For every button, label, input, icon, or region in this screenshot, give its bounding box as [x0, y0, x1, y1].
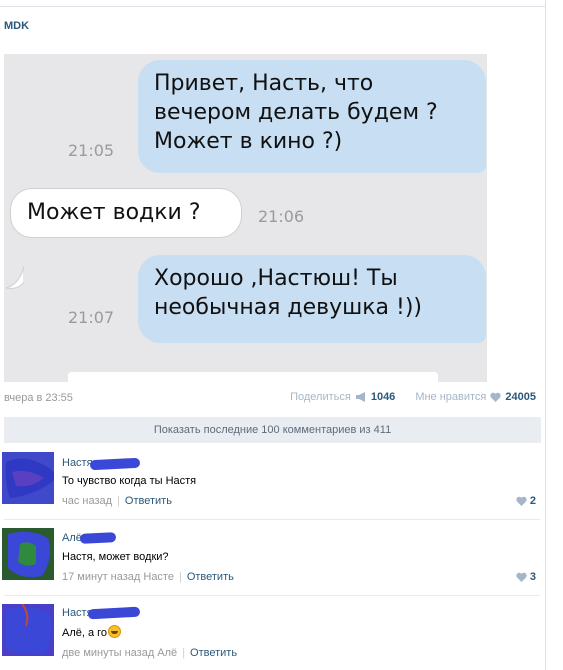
chat-line: Может водки ? — [27, 200, 201, 225]
chat-line: вечером делать будем ? — [154, 100, 438, 125]
top-divider — [0, 6, 545, 7]
comment-likes[interactable]: 3 — [516, 571, 536, 583]
comment-time[interactable]: час назад — [62, 495, 112, 507]
chat-bubble-outgoing: Привет, Насть, что вечером делать будем … — [138, 60, 486, 173]
reply-link[interactable]: Ответить — [187, 571, 234, 583]
comment-text: То чувство когда ты Настя — [62, 475, 197, 487]
comment-author-link[interactable]: Алё — [62, 532, 82, 544]
redaction-mark — [79, 532, 117, 544]
chat-bubble-incoming: Может водки ? — [10, 188, 242, 238]
chat-bubble-outgoing: Хорошо ,Настюш! Ты необычная девушка !)) — [138, 255, 486, 343]
chat-timestamp: 21:07 — [68, 308, 115, 327]
comment-item: Настя Алё, а го две минуты назад Алё | О… — [0, 604, 540, 668]
chat-line: необычная девушка !)) — [154, 295, 423, 320]
megaphone-icon[interactable] — [355, 392, 367, 402]
comment-time[interactable]: две минуты назад Алё — [62, 647, 177, 659]
comment-time[interactable]: 17 минут назад Насте — [62, 571, 174, 583]
share-label[interactable]: Поделиться — [290, 391, 351, 403]
post-date[interactable]: вчера в 23:55 — [4, 392, 73, 404]
heart-icon[interactable] — [516, 496, 527, 506]
comment-item: Настя То чувство когда ты Настя час наза… — [0, 452, 540, 516]
chat-timestamp: 21:06 — [258, 207, 305, 226]
post-photo[interactable]: Привет, Насть, что вечером делать будем … — [4, 54, 487, 382]
comment-likes[interactable]: 2 — [516, 495, 536, 507]
comment-meta: 17 минут назад Насте | Ответить — [62, 571, 234, 583]
comment-like-count: 2 — [529, 495, 536, 507]
bubble-tail-icon — [6, 266, 24, 289]
avatar[interactable] — [2, 528, 54, 580]
comment-text-body: Алё, а го — [62, 627, 108, 639]
comment-text: Настя, может водки? — [62, 551, 169, 563]
show-more-comments-button[interactable]: Показать последние 100 комментариев из 4… — [4, 417, 541, 443]
redaction-mark — [89, 457, 141, 471]
reply-link[interactable]: Ответить — [125, 495, 172, 507]
heart-icon[interactable] — [516, 572, 527, 582]
right-divider — [545, 0, 546, 670]
smiley-emoji-icon — [108, 625, 122, 638]
avatar[interactable] — [2, 604, 54, 656]
comment-meta: час назад | Ответить — [62, 495, 172, 507]
post-actions: Поделиться 1046 Мне нравится 24005 — [290, 391, 536, 403]
comment-text: Алё, а го — [62, 625, 122, 639]
chat-line: Хорошо ,Настюш! Ты — [154, 266, 398, 291]
redaction-mark — [87, 606, 141, 620]
comment-like-count: 3 — [529, 571, 536, 583]
comment-meta: две минуты назад Алё | Ответить — [62, 647, 237, 659]
share-count: 1046 — [370, 391, 396, 403]
post-author-link[interactable]: MDK — [4, 20, 29, 32]
divider: | — [117, 495, 120, 507]
like-label[interactable]: Мне нравится — [415, 391, 486, 403]
chat-line: Привет, Насть, что — [154, 71, 374, 96]
like-count: 24005 — [505, 391, 536, 403]
chat-timestamp: 21:05 — [68, 141, 115, 160]
heart-icon[interactable] — [490, 392, 502, 402]
comment-item: Алё Настя, может водки? 17 минут назад Н… — [0, 528, 540, 592]
comment-separator — [4, 519, 540, 520]
chat-line: Может в кино ?) — [154, 129, 343, 154]
divider: | — [182, 647, 186, 659]
comment-author-link[interactable]: Настя — [62, 457, 93, 469]
divider: | — [178, 571, 182, 583]
reply-link[interactable]: Ответить — [190, 647, 237, 659]
comment-separator — [4, 595, 540, 596]
avatar[interactable] — [2, 452, 54, 504]
chat-input-bar — [68, 372, 438, 382]
